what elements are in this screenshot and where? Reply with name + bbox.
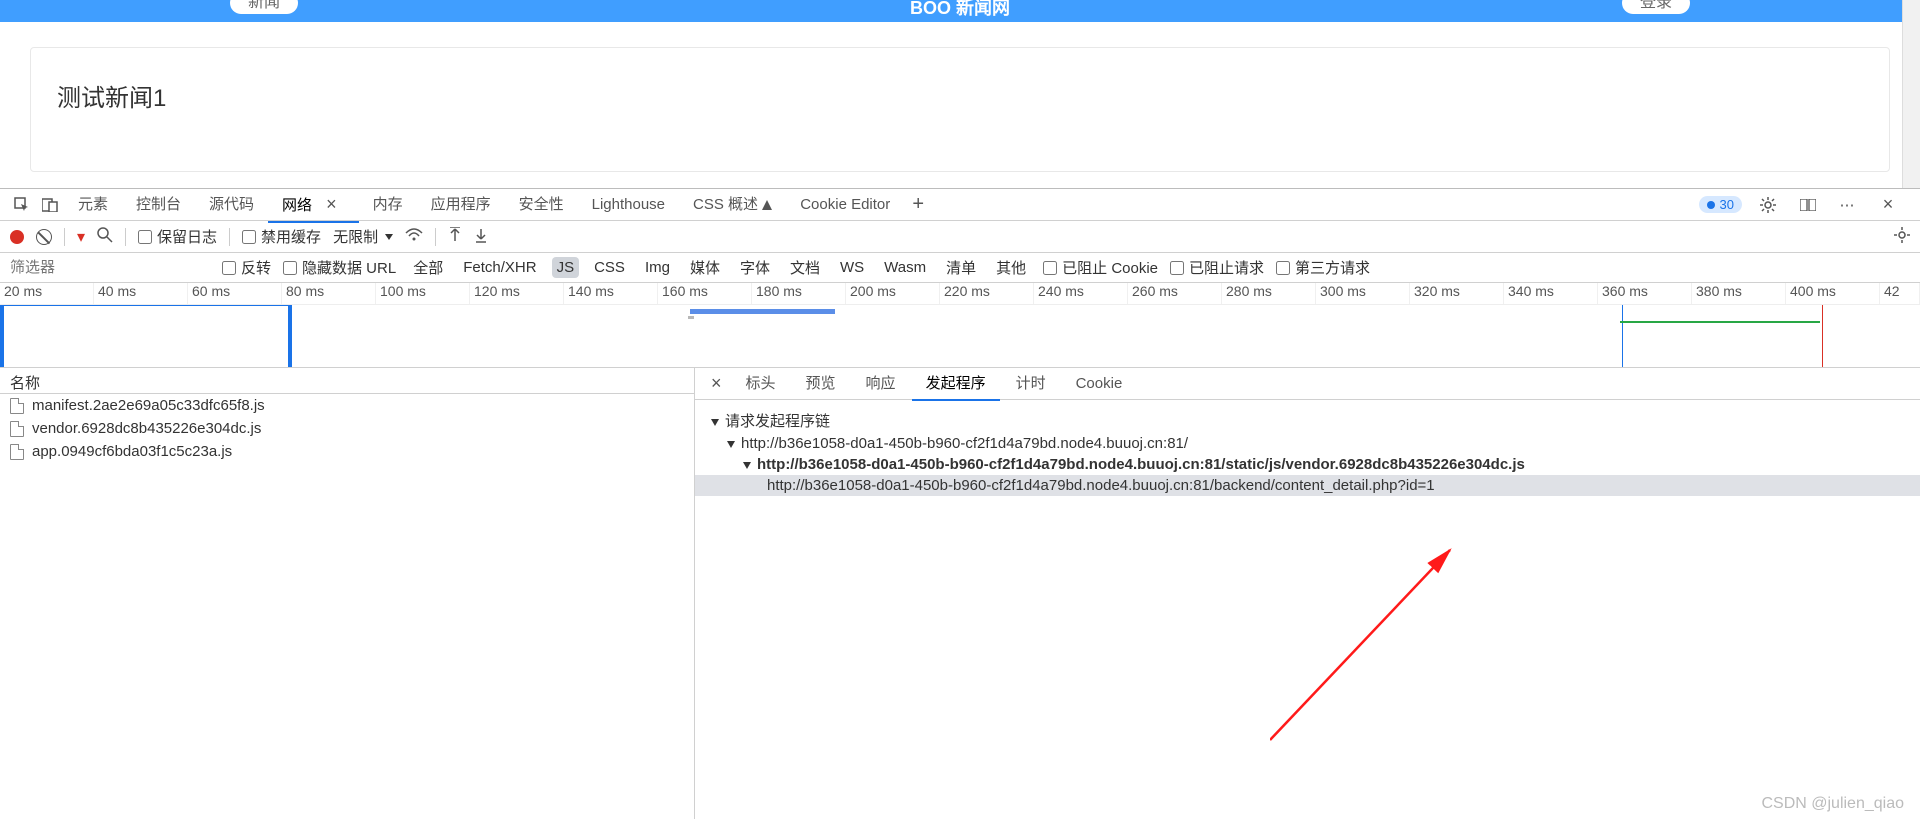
filter-wasm[interactable]: Wasm	[879, 257, 931, 278]
page-scrollbar[interactable]	[1902, 0, 1920, 188]
tab-cookie[interactable]: Cookie	[1062, 368, 1137, 400]
filter-ws[interactable]: WS	[835, 257, 869, 278]
app-nav: 新闻 BOO 新闻网 登录	[0, 0, 1920, 22]
chevron-down-icon	[743, 462, 751, 469]
filter-all[interactable]: 全部	[408, 255, 448, 280]
device-toggle-icon[interactable]	[36, 191, 64, 219]
issues-badge[interactable]: 30	[1699, 196, 1742, 213]
tab-cookie-editor[interactable]: Cookie Editor	[786, 189, 904, 221]
network-toolbar: ▾ 保留日志 禁用缓存 无限制	[0, 221, 1920, 253]
tab-initiator[interactable]: 发起程序	[912, 368, 1000, 400]
tab-sources[interactable]: 源代码	[195, 189, 268, 221]
add-tab-icon[interactable]: +	[904, 191, 932, 219]
content-card: 测试新闻1 哈哈哈哈	[30, 47, 1890, 172]
article-body: 哈哈哈哈	[57, 167, 1863, 172]
request-list: 名称 manifest.2ae2e69a05c33dfc65f8.js vend…	[0, 368, 695, 819]
detail-pane: × 标头 预览 响应 发起程序 计时 Cookie 请求发起程序链 http:/…	[695, 368, 1920, 819]
timeline-ticks: 20 ms 40 ms 60 ms 80 ms 100 ms 120 ms 14…	[0, 283, 1920, 305]
timeline[interactable]: 20 ms 40 ms 60 ms 80 ms 100 ms 120 ms 14…	[0, 283, 1920, 368]
article-title: 测试新闻1	[57, 78, 1863, 113]
tab-lighthouse[interactable]: Lighthouse	[578, 189, 679, 221]
request-row[interactable]: manifest.2ae2e69a05c33dfc65f8.js	[0, 394, 694, 417]
filter-font[interactable]: 字体	[735, 255, 775, 280]
tab-css-overview[interactable]: CSS 概述	[679, 189, 786, 221]
filter-type-pills: 全部 Fetch/XHR JS CSS Img 媒体 字体 文档 WS Wasm…	[408, 255, 1031, 280]
close-icon[interactable]: ×	[318, 194, 345, 214]
detail-tabs: × 标头 预览 响应 发起程序 计时 Cookie	[695, 368, 1920, 400]
filter-doc[interactable]: 文档	[785, 255, 825, 280]
close-devtools-icon[interactable]: ×	[1874, 191, 1902, 219]
search-icon[interactable]	[97, 227, 113, 247]
nav-left-button[interactable]: 新闻	[230, 0, 298, 14]
tab-security[interactable]: 安全性	[505, 189, 578, 221]
request-list-header[interactable]: 名称	[0, 368, 694, 394]
download-icon[interactable]	[474, 227, 488, 247]
tab-memory[interactable]: 内存	[359, 189, 417, 221]
filter-input[interactable]	[10, 259, 210, 276]
filter-other[interactable]: 其他	[991, 255, 1031, 280]
hide-data-url-checkbox[interactable]: 隐藏数据 URL	[283, 257, 396, 278]
tab-preview[interactable]: 预览	[792, 368, 850, 400]
filter-manifest[interactable]: 清单	[941, 255, 981, 280]
chain-lvl2[interactable]: http://b36e1058-d0a1-450b-b960-cf2f1d4a7…	[695, 454, 1920, 475]
chevron-down-icon	[727, 441, 735, 448]
dock-icon[interactable]	[1794, 191, 1822, 219]
login-button[interactable]: 登录	[1622, 0, 1690, 14]
preserve-log-checkbox[interactable]: 保留日志	[138, 226, 217, 247]
close-detail-icon[interactable]: ×	[703, 373, 730, 394]
tab-headers[interactable]: 标头	[732, 368, 790, 400]
invert-checkbox[interactable]: 反转	[222, 257, 271, 278]
more-icon[interactable]: ⋯	[1834, 191, 1862, 219]
network-filter-row: 反转 隐藏数据 URL 全部 Fetch/XHR JS CSS Img 媒体 字…	[0, 253, 1920, 283]
tab-network[interactable]: 网络×	[268, 188, 359, 222]
record-icon[interactable]	[10, 230, 24, 244]
request-row[interactable]: vendor.6928dc8b435226e304dc.js	[0, 417, 694, 440]
inspect-icon[interactable]	[8, 191, 36, 219]
clear-icon[interactable]	[36, 229, 52, 245]
devtools-main-tabs: 元素 控制台 源代码 网络× 内存 应用程序 安全性 Lighthouse CS…	[0, 189, 1920, 221]
chain-lvl3[interactable]: http://b36e1058-d0a1-450b-b960-cf2f1d4a7…	[695, 475, 1920, 496]
wifi-icon[interactable]	[405, 228, 423, 246]
initiator-chain: 请求发起程序链 http://b36e1058-d0a1-450b-b960-c…	[695, 400, 1920, 496]
filter-media[interactable]: 媒体	[685, 255, 725, 280]
chain-title-row[interactable]: 请求发起程序链	[695, 408, 1920, 433]
disable-cache-checkbox[interactable]: 禁用缓存	[242, 226, 321, 247]
tab-response[interactable]: 响应	[852, 368, 910, 400]
tab-console[interactable]: 控制台	[122, 189, 195, 221]
filter-css[interactable]: CSS	[589, 257, 630, 278]
thirdparty-checkbox[interactable]: 第三方请求	[1276, 257, 1370, 278]
file-icon	[10, 398, 24, 414]
throttle-select[interactable]: 无限制	[333, 226, 393, 247]
devtools-panel: 元素 控制台 源代码 网络× 内存 应用程序 安全性 Lighthouse CS…	[0, 188, 1920, 819]
filter-img[interactable]: Img	[640, 257, 675, 278]
filter-fetch[interactable]: Fetch/XHR	[458, 257, 541, 278]
blocked-cookie-checkbox[interactable]: 已阻止 Cookie	[1043, 257, 1158, 278]
tick: 20 ms	[0, 283, 94, 304]
tab-elements[interactable]: 元素	[64, 189, 122, 221]
upload-icon[interactable]	[448, 227, 462, 247]
chain-lvl1[interactable]: http://b36e1058-d0a1-450b-b960-cf2f1d4a7…	[695, 433, 1920, 454]
tab-application[interactable]: 应用程序	[417, 189, 505, 221]
nav-title: BOO 新闻网	[910, 0, 1010, 20]
blocked-req-checkbox[interactable]: 已阻止请求	[1170, 257, 1264, 278]
filter-toggle-icon[interactable]: ▾	[77, 227, 85, 247]
gear-icon[interactable]	[1754, 191, 1782, 219]
file-icon	[10, 421, 24, 437]
toolbar-gear-icon[interactable]	[1894, 227, 1910, 247]
request-row[interactable]: app.0949cf6bda03f1c5c23a.js	[0, 440, 694, 463]
tab-timing[interactable]: 计时	[1002, 368, 1060, 400]
watermark: CSDN @julien_qiao	[1761, 795, 1904, 813]
chevron-down-icon	[711, 419, 719, 426]
file-icon	[10, 444, 24, 460]
filter-js[interactable]: JS	[552, 257, 580, 278]
